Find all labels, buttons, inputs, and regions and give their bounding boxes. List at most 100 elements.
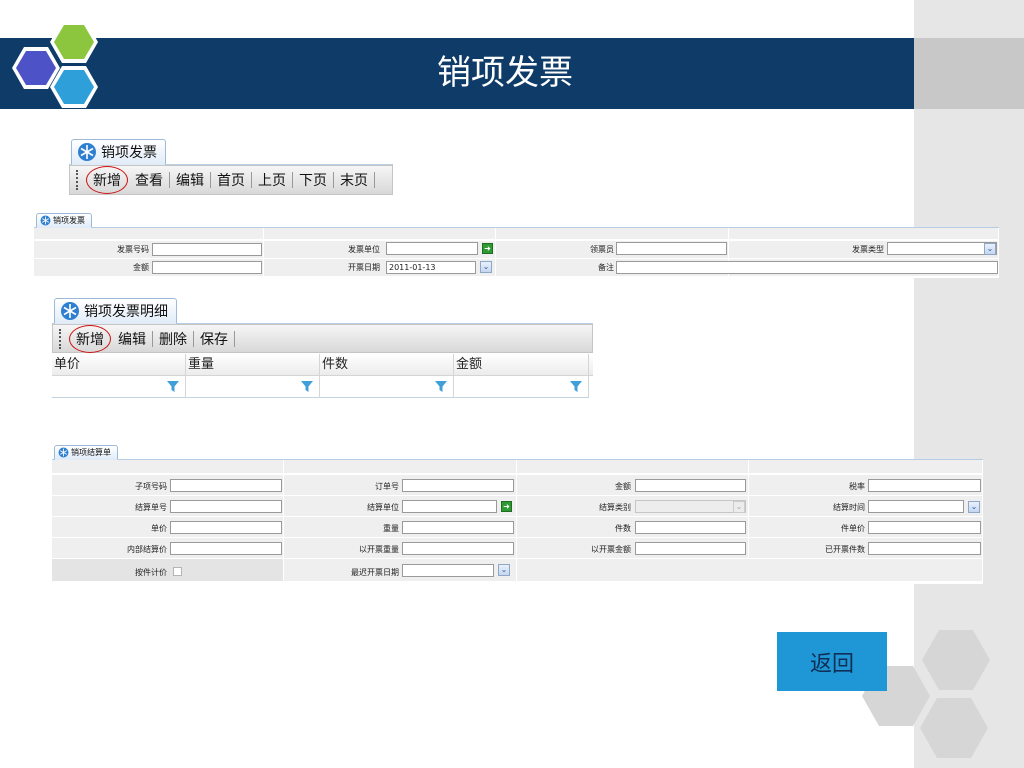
internal-price-input[interactable] [170,542,282,555]
detail-toolbar: 新增 编辑 删除 保存 [52,324,593,353]
collector-input[interactable] [616,242,727,255]
chevron-down-icon[interactable]: ⌄ [480,261,492,273]
filter-cell[interactable] [320,376,454,398]
sub-no-label: 子项号码 [135,482,167,491]
settle-time-label: 结算时间 [833,503,865,512]
filter-icon[interactable] [570,381,582,393]
tab-label: 销项发票明细 [84,304,168,320]
next-page-button[interactable]: 下页 [293,170,333,190]
invoice-date-input[interactable]: 2011-01-13 [386,261,476,274]
last-bill-date-input[interactable] [402,564,494,577]
chevron-down-icon[interactable]: ⌄ [733,501,745,513]
pieces-label: 件数 [615,524,631,533]
snowflake-icon [61,302,79,320]
invoice-form: 发票号码 发票单位 ➜ 领票员 发票类型 ⌄ 金额 开票日期 2011-01-1… [34,228,999,278]
tab-label: 销项发票 [101,145,157,161]
snowflake-icon [58,447,69,458]
remark-label: 备注 [598,263,614,272]
invoice-type-select[interactable] [887,242,997,255]
filter-icon[interactable] [167,381,179,393]
column-header-weight[interactable]: 重量 [186,354,320,376]
billed-weight-input[interactable] [402,542,514,555]
settle-type-select[interactable] [635,500,746,513]
filter-cell[interactable] [454,376,589,398]
filter-cell[interactable] [186,376,320,398]
arrow-right-icon[interactable]: ➜ [501,501,512,512]
unit-price-input[interactable] [170,521,282,534]
tab-label: 销项发票 [53,216,85,225]
edit-button[interactable]: 编辑 [170,170,210,190]
by-piece-checkbox[interactable] [173,567,182,576]
detail-save-button[interactable]: 保存 [194,329,234,349]
detail-grid-header: 单价 重量 件数 金额 [52,354,593,376]
tab-invoice-form[interactable]: 销项发票 [36,213,92,228]
billed-amount-input[interactable] [635,542,746,555]
invoice-type-label: 发票类型 [852,245,884,254]
snowflake-icon [78,143,96,161]
tab-invoice-detail[interactable]: 销项发票明细 [54,298,177,324]
tax-rate-input[interactable] [868,479,981,492]
invoice-no-input[interactable] [152,243,262,256]
detail-add-button[interactable]: 新增 [69,324,111,353]
column-header-pieces[interactable]: 件数 [320,354,454,376]
chevron-down-icon[interactable]: ⌄ [498,564,510,576]
toolbar-grip[interactable] [76,170,80,190]
filter-icon[interactable] [301,381,313,393]
invoice-no-label: 发票号码 [117,245,149,254]
billed-pieces-input[interactable] [868,542,981,555]
column-header-amount[interactable]: 金额 [454,354,589,376]
detail-tab-strip: 销项发票明细 [52,296,593,324]
settlement-form: 子项号码 订单号 金额 税率 结算单号 结算单位 ➜ 结算类别 ⌄ 结算时间 ⌄… [52,460,983,584]
settle-unit-input[interactable] [402,500,497,513]
order-no-label: 订单号 [375,482,399,491]
settle-time-input[interactable] [868,500,964,513]
settle-no-label: 结算单号 [135,503,167,512]
chevron-down-icon[interactable]: ⌄ [984,243,996,255]
filter-cell[interactable] [52,376,186,398]
column-header-unit-price[interactable]: 单价 [52,354,186,376]
by-piece-label: 按件计价 [135,568,167,577]
remark-input[interactable] [616,261,998,274]
amount-label: 金额 [133,263,149,272]
settle-amount-input[interactable] [635,479,746,492]
tax-rate-label: 税率 [849,482,865,491]
billed-pieces-label: 已开票件数 [825,545,865,554]
billed-weight-label: 以开票重量 [359,545,399,554]
hexagon-logo-icon [12,21,98,108]
order-no-input[interactable] [402,479,514,492]
invoice-unit-label: 发票单位 [348,245,380,254]
pieces-input[interactable] [635,521,746,534]
top-toolbar: 新增 查看 编辑 首页 上页 下页 末页 [69,165,393,195]
amount-input[interactable] [152,261,262,274]
settle-unit-label: 结算单位 [367,503,399,512]
back-button[interactable]: 返回 [777,632,887,691]
arrow-right-icon[interactable]: ➜ [482,243,493,254]
invoice-form-tab-strip: 销项发票 [34,212,999,228]
unit-price-label: 单价 [151,524,167,533]
detail-delete-button[interactable]: 删除 [153,329,193,349]
add-button[interactable]: 新增 [86,166,128,194]
collector-label: 领票员 [590,245,614,254]
detail-edit-button[interactable]: 编辑 [112,329,152,349]
top-tab-strip: 销项发票 [69,138,393,165]
invoice-unit-input[interactable] [386,242,478,255]
piece-price-label: 件单价 [841,524,865,533]
tab-settlement[interactable]: 销项结算单 [54,445,118,460]
chevron-down-icon[interactable]: ⌄ [968,501,980,513]
last-page-button[interactable]: 末页 [334,170,374,190]
first-page-button[interactable]: 首页 [211,170,251,190]
detail-grid-filter-row [52,376,593,398]
tab-label: 销项结算单 [71,448,111,457]
view-button[interactable]: 查看 [129,170,169,190]
tab-invoice[interactable]: 销项发票 [71,139,166,165]
sub-no-input[interactable] [170,479,282,492]
weight-input[interactable] [402,521,514,534]
invoice-date-label: 开票日期 [348,263,380,272]
prev-page-button[interactable]: 上页 [252,170,292,190]
toolbar-grip[interactable] [59,328,63,349]
piece-price-input[interactable] [868,521,981,534]
last-bill-date-label: 最迟开票日期 [351,568,399,577]
internal-price-label: 内部结算价 [127,545,167,554]
filter-icon[interactable] [435,381,447,393]
settle-no-input[interactable] [170,500,282,513]
